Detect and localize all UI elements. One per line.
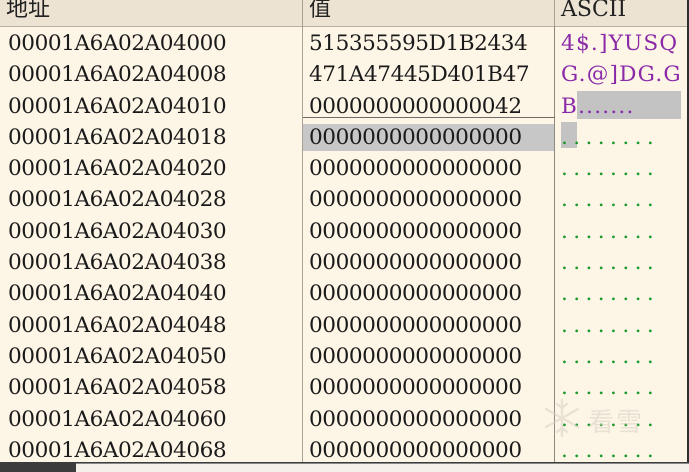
table-row[interactable]: 00001A6A02A04048 0000000000000000........ — [0, 310, 687, 341]
address-cell[interactable]: 00001A6A02A04048 — [8, 310, 227, 341]
value-cell[interactable]: 0000000000000000 — [309, 184, 522, 215]
table-row[interactable]: 00001A6A02A04008 471A47445D401B47 G.@]DG.G — [0, 59, 687, 90]
value-cell[interactable]: 0000000000000000 — [309, 310, 522, 341]
ascii-cell[interactable]: ........ — [561, 404, 659, 435]
table-row[interactable]: 00001A6A02A04058 0000000000000000........ — [0, 372, 687, 403]
value-cell[interactable]: 0000000000000000 — [303, 123, 554, 151]
ascii-cell[interactable]: ........ — [561, 341, 659, 372]
ascii-cell[interactable]: G.@]DG.G — [561, 59, 682, 90]
address-cell[interactable]: 00001A6A02A04060 — [8, 404, 227, 435]
address-cell[interactable]: 00001A6A02A04028 — [8, 184, 227, 215]
ascii-cell[interactable]: ........ — [561, 122, 659, 153]
table-row[interactable]: 00001A6A02A04018 0000000000000000........ — [0, 122, 687, 153]
value-cell[interactable]: 0000000000000000 — [309, 216, 522, 247]
table-row[interactable]: 00001A6A02A04028 0000000000000000........ — [0, 184, 687, 215]
address-cell[interactable]: 00001A6A02A04018 — [8, 122, 227, 153]
table-row[interactable]: 00001A6A02A04050 0000000000000000........ — [0, 341, 687, 372]
column-header-ascii[interactable]: ASCII — [555, 0, 687, 26]
table-row[interactable]: 00001A6A02A04020 0000000000000000........ — [0, 153, 687, 184]
table-row[interactable]: 00001A6A02A04040 0000000000000000........ — [0, 278, 687, 309]
address-cell[interactable]: 00001A6A02A04038 — [8, 247, 227, 278]
value-cell[interactable]: 0000000000000000 — [309, 435, 522, 462]
value-cell[interactable]: 515355595D1B2434 — [309, 28, 528, 59]
column-header-value[interactable]: 值 — [303, 0, 555, 26]
address-cell[interactable]: 00001A6A02A04000 — [8, 28, 227, 59]
value-cell[interactable]: 0000000000000000 — [309, 341, 522, 372]
value-cell[interactable]: 0000000000000000 — [309, 153, 522, 184]
table-row[interactable]: 00001A6A02A04068 0000000000000000........ — [0, 435, 687, 462]
address-cell[interactable]: 00001A6A02A04040 — [8, 278, 227, 309]
memory-rows: 00001A6A02A04000 515355595D1B2434 4$.]YUSQ… — [0, 28, 687, 462]
address-cell[interactable]: 00001A6A02A04030 — [8, 216, 227, 247]
value-cell[interactable]: 0000000000000000 — [309, 278, 522, 309]
value-cell[interactable]: 0000000000000000 — [309, 247, 522, 278]
table-row[interactable]: 00001A6A02A04010 0000000000000042 B....... — [0, 91, 687, 122]
ascii-cell[interactable]: 4$.]YUSQ — [561, 28, 678, 59]
ascii-cell[interactable]: ........ — [561, 216, 659, 247]
column-header-address[interactable]: 地址 — [0, 0, 303, 26]
address-cell[interactable]: 00001A6A02A04010 — [8, 91, 227, 122]
ascii-cell[interactable]: ........ — [561, 184, 659, 215]
address-cell[interactable]: 00001A6A02A04008 — [8, 59, 227, 90]
ascii-cell[interactable]: B....... — [561, 91, 635, 122]
table-row[interactable]: 00001A6A02A04000 515355595D1B2434 4$.]YUSQ — [0, 28, 687, 59]
value-cell[interactable]: 471A47445D401B47 — [309, 59, 530, 90]
address-cell[interactable]: 00001A6A02A04020 — [8, 153, 227, 184]
ascii-cell[interactable]: ........ — [561, 372, 659, 403]
value-cell[interactable]: 0000000000000000 — [309, 404, 522, 435]
table-row[interactable]: 00001A6A02A04060 0000000000000000........ — [0, 404, 687, 435]
column-header-bar: 地址 值 ASCII — [0, 0, 687, 27]
address-cell[interactable]: 00001A6A02A04058 — [8, 372, 227, 403]
memory-dump-panel: 地址 值 ASCII 00001A6A02A04000 515355595D1B2… — [0, 0, 689, 462]
ascii-cell[interactable]: ........ — [561, 278, 659, 309]
ascii-cell[interactable]: ........ — [561, 153, 659, 184]
address-cell[interactable]: 00001A6A02A04068 — [8, 435, 227, 462]
value-cell[interactable]: 0000000000000042 — [309, 91, 522, 122]
ascii-cell[interactable]: ........ — [561, 435, 659, 462]
table-row[interactable]: 00001A6A02A04038 0000000000000000........ — [0, 247, 687, 278]
value-cell[interactable]: 0000000000000000 — [309, 372, 522, 403]
table-row[interactable]: 00001A6A02A04030 0000000000000000........ — [0, 216, 687, 247]
ascii-cell[interactable]: ........ — [561, 247, 659, 278]
address-cell[interactable]: 00001A6A02A04050 — [8, 341, 227, 372]
ascii-cell[interactable]: ........ — [561, 310, 659, 341]
